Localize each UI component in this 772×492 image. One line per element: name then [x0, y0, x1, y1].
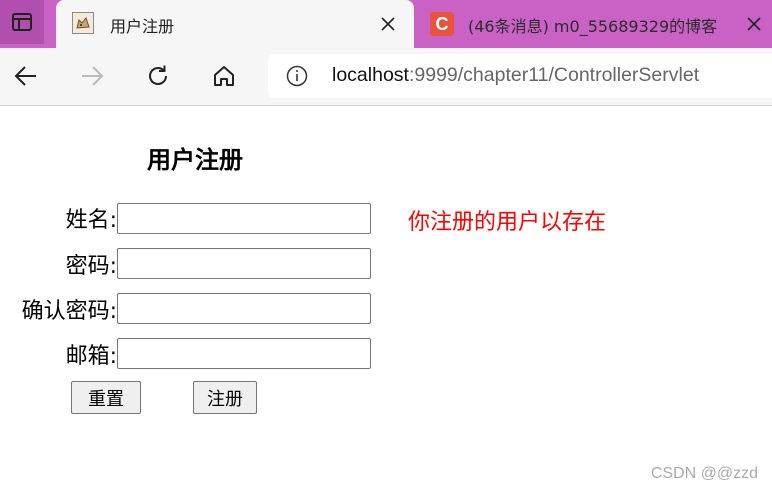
- refresh-icon: [149, 65, 167, 85]
- refresh-button[interactable]: [142, 60, 174, 92]
- email-label: 邮箱:: [65, 344, 117, 369]
- address-bar[interactable]: localhost:9999/chapter11/ControllerServl…: [268, 54, 772, 98]
- tab-title: 用户注册: [110, 17, 175, 36]
- password-label: 密码:: [65, 254, 117, 279]
- csdn-favicon-icon: C: [430, 12, 454, 36]
- tab-inactive[interactable]: C (46条消息) m0_55689329的博客: [416, 0, 772, 48]
- window-icon: [12, 13, 32, 31]
- tab-strip: 用户注册 C (46条消息) m0_55689329的博客: [0, 0, 772, 48]
- back-button[interactable]: [10, 60, 42, 92]
- email-input[interactable]: [117, 338, 371, 369]
- page-title: 用户注册: [147, 146, 243, 174]
- close-tab-button[interactable]: [742, 12, 766, 36]
- url-path: :9999/chapter11/ControllerServlet: [408, 64, 700, 86]
- confirm-password-label: 确认密码:: [21, 299, 117, 324]
- submit-button[interactable]: 注册: [193, 381, 257, 414]
- browser-toolbar: localhost:9999/chapter11/ControllerServl…: [0, 48, 772, 106]
- tab-actions-button[interactable]: [0, 0, 44, 44]
- home-icon: [214, 66, 234, 86]
- tab-title: (46条消息) m0_55689329的博客: [468, 17, 718, 36]
- close-tab-button[interactable]: [376, 12, 400, 36]
- arrow-left-icon: [14, 66, 36, 86]
- forward-button[interactable]: [76, 60, 108, 92]
- site-info-icon[interactable]: [286, 65, 308, 87]
- error-message: 你注册的用户以存在: [408, 210, 607, 235]
- home-button[interactable]: [208, 60, 240, 92]
- close-icon: [381, 17, 395, 31]
- url-text[interactable]: localhost:9999/chapter11/ControllerServl…: [332, 64, 699, 87]
- name-input[interactable]: [117, 203, 371, 234]
- url-host: localhost: [332, 64, 409, 86]
- password-input[interactable]: [117, 248, 371, 279]
- arrow-right-icon: [82, 66, 104, 86]
- reset-button[interactable]: 重置: [71, 381, 141, 414]
- tab-active[interactable]: 用户注册: [56, 0, 414, 48]
- confirm-password-input[interactable]: [117, 293, 371, 324]
- name-label: 姓名:: [65, 208, 117, 233]
- tomcat-favicon-icon: [72, 12, 94, 34]
- watermark: CSDN @@zzd: [650, 465, 758, 482]
- close-icon: [747, 17, 761, 31]
